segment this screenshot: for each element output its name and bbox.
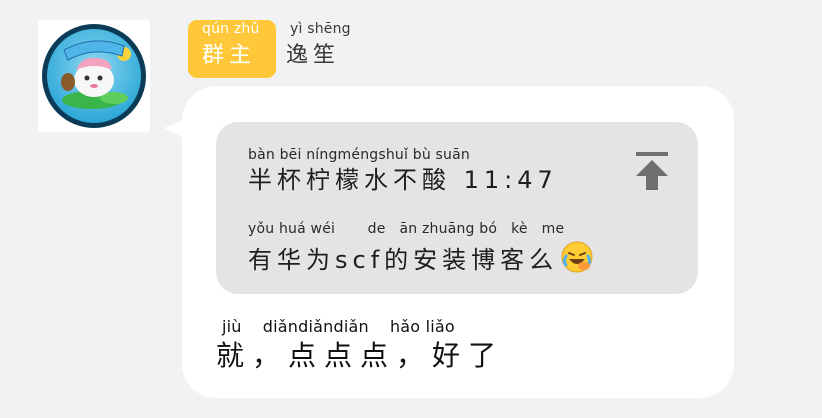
quote-body-row: 有华为scf的安装博客么 xyxy=(248,240,594,280)
role-badge-pinyin: qún zhǔ xyxy=(202,21,260,37)
quote-body-text: 有华为scf的安装博客么 xyxy=(248,246,559,274)
reply-pinyin: jiù diǎndiǎndiǎn hǎo liǎo xyxy=(222,317,455,336)
group-owner-badge: qún zhǔ 群主 xyxy=(188,20,276,78)
sender-name-pinyin: yì shēng xyxy=(290,21,351,37)
laughing-crying-emoji-icon xyxy=(560,240,594,280)
quote-body-pinyin: yǒu huá wéi de ān zhuāng bó kè me xyxy=(248,221,565,237)
quoted-message[interactable]: bàn bēi níngméngshuǐ bù suān 半杯柠檬水不酸 11:… xyxy=(216,122,698,294)
reply-text: 就，点点点，好了 xyxy=(216,339,505,372)
scroll-to-top-icon[interactable] xyxy=(632,150,672,194)
avatar[interactable] xyxy=(38,20,150,132)
sender-name-text: 逸笙 xyxy=(286,43,341,68)
role-badge-text: 群主 xyxy=(202,43,257,68)
reply-message: jiù diǎndiǎndiǎn hǎo liǎo 就，点点点，好了 xyxy=(216,318,504,374)
quote-header-line: bàn bēi níngméngshuǐ bù suān 半杯柠檬水不酸 11:… xyxy=(248,146,558,194)
quote-header-text: 半杯柠檬水不酸 11:47 xyxy=(248,166,558,194)
plants-avatar-image xyxy=(42,24,146,128)
quote-body-line: yǒu huá wéi de ān zhuāng bó kè me 有华为scf… xyxy=(248,220,594,280)
quote-header-pinyin: bàn bēi níngméngshuǐ bù suān xyxy=(248,147,470,163)
